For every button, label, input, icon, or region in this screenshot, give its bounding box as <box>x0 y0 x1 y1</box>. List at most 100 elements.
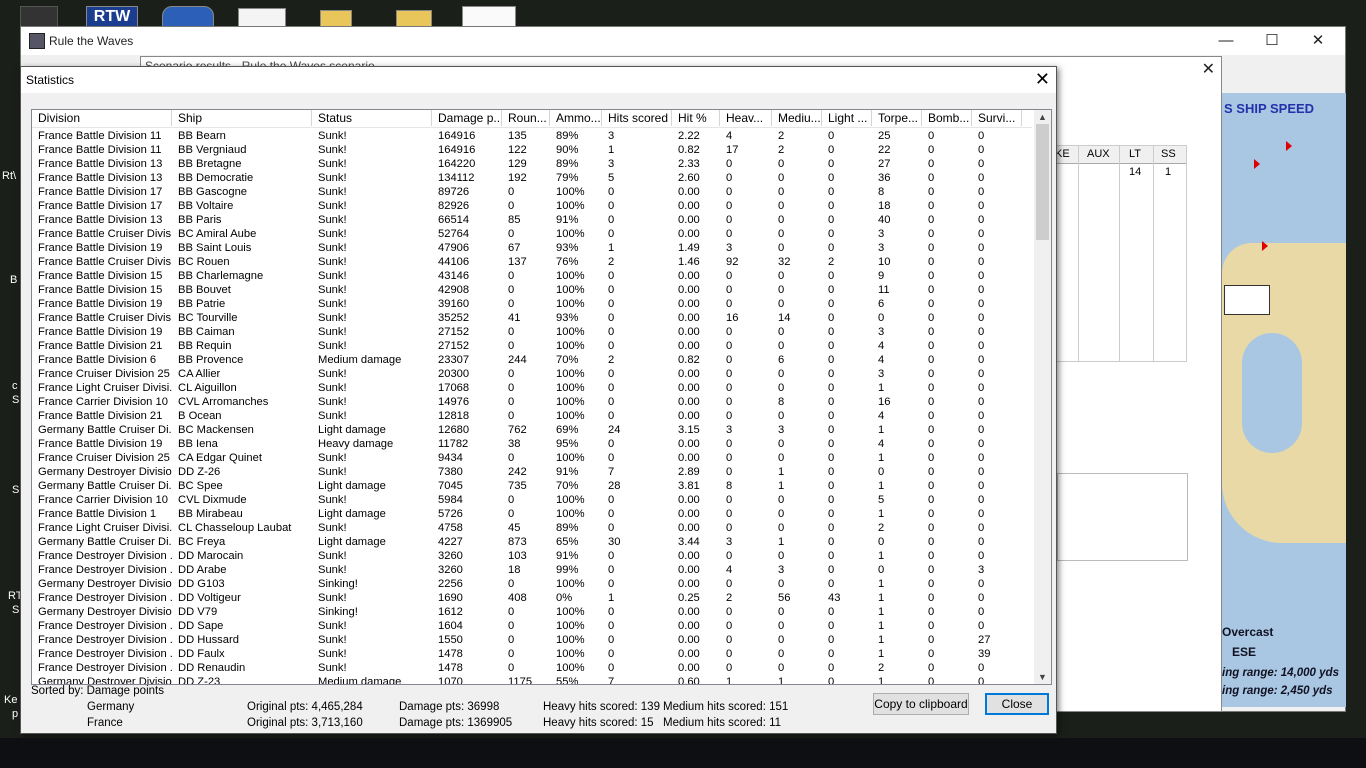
vertical-scrollbar[interactable]: ▲ ▼ <box>1034 110 1051 684</box>
cell-division: France Battle Cruiser Divis... <box>38 312 172 324</box>
table-row[interactable]: France Destroyer Division ... DD Sape Sunk… <box>32 619 1032 633</box>
cell-division: France Battle Division 19 <box>38 326 163 338</box>
table-row[interactable]: France Destroyer Division ... DD Faulx Sun… <box>32 647 1032 661</box>
cell-damage-points: 47906 <box>438 242 470 254</box>
table-row[interactable]: France Battle Division 6 BB Provence Mediu… <box>32 353 1032 367</box>
table-row[interactable]: France Cruiser Division 25 CA Allier Sunk!… <box>32 367 1032 381</box>
cell-damage-points: 27152 <box>438 326 470 338</box>
table-row[interactable]: Germany Destroyer Divisio... DD Z-23 Mediu… <box>32 675 1032 684</box>
column-header-damage-points[interactable]: Damage p... <box>432 110 502 126</box>
table-row[interactable]: France Battle Division 19 BB Patrie Sunk! 3… <box>32 297 1032 311</box>
scroll-thumb[interactable] <box>1036 124 1049 240</box>
desktop-icon-document[interactable] <box>238 8 286 28</box>
cell-hit-percent: 0.00 <box>678 452 700 464</box>
desktop-icon-app[interactable] <box>20 6 58 28</box>
table-row[interactable]: France Destroyer Division ... DD Arabe Sun… <box>32 563 1032 577</box>
column-header-status[interactable]: Status <box>312 110 432 126</box>
table-row[interactable]: France Carrier Division 10 CVL Dixmude Sun… <box>32 493 1032 507</box>
statistics-title-bar[interactable]: Statistics ✕ <box>21 67 1056 93</box>
cell-hits-scored: 0 <box>608 200 615 212</box>
cell-damage-points: 11782 <box>438 438 469 450</box>
table-row[interactable]: France Destroyer Division ... DD Voltigeu… <box>32 591 1032 605</box>
table-row[interactable]: France Battle Division 15 BB Charlemagne S… <box>32 269 1032 283</box>
cell-rounds: 735 <box>508 480 527 492</box>
column-header-hit-percent[interactable]: Hit % <box>672 110 720 126</box>
battle-map[interactable]: S SHIP SPEED Overcast ESE ing range: 14,… <box>1222 93 1346 707</box>
table-row[interactable]: France Battle Division 19 BB Iena Heavy da… <box>32 437 1032 451</box>
cell-damage-points: 4227 <box>438 536 463 548</box>
table-row[interactable]: Germany Battle Cruiser Di... BC Spee Light… <box>32 479 1032 493</box>
cell-heavy-hits: 0 <box>726 284 733 296</box>
cell-ship: BB Bretagne <box>178 158 242 170</box>
cell-ammo: 65% <box>556 536 579 548</box>
table-row[interactable]: France Destroyer Division ... DD Hussard S… <box>32 633 1032 647</box>
scroll-down-icon[interactable]: ▼ <box>1034 670 1051 684</box>
column-header-ship[interactable]: Ship <box>172 110 312 126</box>
cell-ship: DD Sape <box>178 620 224 632</box>
cell-bomb: 0 <box>928 452 935 464</box>
column-header-division[interactable]: Division <box>32 110 172 126</box>
statistics-table[interactable]: Division Ship Status Damage p... Roun... Ammo… <box>31 109 1052 685</box>
cell-bomb: 0 <box>928 130 935 142</box>
column-header-ammo[interactable]: Ammo... <box>550 110 602 126</box>
close-button[interactable]: Close <box>985 693 1049 715</box>
scenario-results-close-button[interactable]: ✕ <box>1202 59 1215 79</box>
column-header-medium-hits[interactable]: Mediu... <box>772 110 822 126</box>
scroll-up-icon[interactable]: ▲ <box>1034 110 1051 124</box>
table-row[interactable]: France Battle Division 21 BB Requin Sunk! 2… <box>32 339 1032 353</box>
table-row[interactable]: Germany Battle Cruiser Di... BC Freya Ligh… <box>32 535 1032 549</box>
table-row[interactable]: France Battle Cruiser Divis... BC Tourvil… <box>32 311 1032 325</box>
statistics-close-icon[interactable]: ✕ <box>1035 69 1050 90</box>
table-row[interactable]: France Battle Division 13 BB Paris Sunk! 66… <box>32 213 1032 227</box>
desktop-icon-database[interactable] <box>162 6 214 28</box>
table-row[interactable]: Germany Destroyer Divisio... DD G103 Sinki… <box>32 577 1032 591</box>
table-row[interactable]: France Battle Division 11 BB Vergniaud Sun… <box>32 143 1032 157</box>
table-row[interactable]: France Destroyer Division ... DD Renaudin… <box>32 661 1032 675</box>
column-header-heavy-hits[interactable]: Heav... <box>720 110 772 126</box>
column-header-survivors[interactable]: Survi... <box>972 110 1022 126</box>
ship-type-grid: KE AUX LT SS 14 1 <box>1052 145 1187 362</box>
table-row[interactable]: France Battle Cruiser Divis... BC Amiral … <box>32 227 1032 241</box>
maximize-button[interactable]: ☐ <box>1249 27 1295 55</box>
cell-heavy-hits: 0 <box>726 298 733 310</box>
copy-to-clipboard-button[interactable]: Copy to clipboard <box>873 693 969 715</box>
desktop-icon-window[interactable] <box>462 6 516 28</box>
table-row[interactable]: France Battle Division 19 BB Saint Louis S… <box>32 241 1032 255</box>
column-header-bomb[interactable]: Bomb... <box>922 110 972 126</box>
table-row[interactable]: France Battle Division 15 BB Bouvet Sunk! 4… <box>32 283 1032 297</box>
column-header-light-hits[interactable]: Light ... <box>822 110 872 126</box>
column-header-rounds[interactable]: Roun... <box>502 110 550 126</box>
cell-heavy-hits: 0 <box>726 354 733 366</box>
table-row[interactable]: France Battle Cruiser Divis... BC Rouen Su… <box>32 255 1032 269</box>
table-row[interactable]: France Battle Division 21 B Ocean Sunk! 128… <box>32 409 1032 423</box>
column-header-torpedo[interactable]: Torpe... <box>872 110 922 126</box>
table-row[interactable]: France Battle Division 19 BB Caiman Sunk! 2… <box>32 325 1032 339</box>
cell-heavy-hits: 0 <box>726 396 733 408</box>
cell-status: Light damage <box>318 480 386 492</box>
column-header-hits-scored[interactable]: Hits scored <box>602 110 672 126</box>
table-row[interactable]: Germany Destroyer Divisio... DD V79 Sinkin… <box>32 605 1032 619</box>
cell-hit-percent: 0.00 <box>678 312 700 324</box>
minimize-button[interactable]: — <box>1203 27 1249 55</box>
cell-hits-scored: 24 <box>608 424 621 436</box>
table-row[interactable]: France Battle Division 11 BB Bearn Sunk! 16… <box>32 129 1032 143</box>
app-title-bar[interactable]: Rule the Waves — ☐ ✕ <box>21 27 1345 55</box>
cell-hits-scored: 0 <box>608 606 615 618</box>
table-row[interactable]: Germany Battle Cruiser Di... BC Mackensen… <box>32 423 1032 437</box>
table-row[interactable]: France Battle Division 1 BB Mirabeau Light… <box>32 507 1032 521</box>
cell-division: France Destroyer Division ... <box>38 648 172 660</box>
table-row[interactable]: France Cruiser Division 25 CA Edgar Quine… <box>32 451 1032 465</box>
table-row[interactable]: France Light Cruiser Divisi... CL Chassel… <box>32 521 1032 535</box>
table-row[interactable]: France Battle Division 13 BB Democratie Su… <box>32 171 1032 185</box>
cell-torpedo: 2 <box>878 522 885 534</box>
desktop-icon-rtw[interactable]: RTW <box>86 6 138 28</box>
table-row[interactable]: France Carrier Division 10 CVL Arromanche… <box>32 395 1032 409</box>
table-row[interactable]: France Light Cruiser Divisi... CL Aiguill… <box>32 381 1032 395</box>
table-row[interactable]: France Destroyer Division ... DD Marocain… <box>32 549 1032 563</box>
table-row[interactable]: France Battle Division 13 BB Bretagne Sunk… <box>32 157 1032 171</box>
table-row[interactable]: France Battle Division 17 BB Gascogne Sunk… <box>32 185 1032 199</box>
cell-damage-points: 5726 <box>438 508 463 520</box>
table-row[interactable]: Germany Destroyer Divisio... DD Z-26 Sunk!… <box>32 465 1032 479</box>
table-row[interactable]: France Battle Division 17 BB Voltaire Sunk… <box>32 199 1032 213</box>
app-close-button[interactable]: ✕ <box>1295 27 1341 55</box>
